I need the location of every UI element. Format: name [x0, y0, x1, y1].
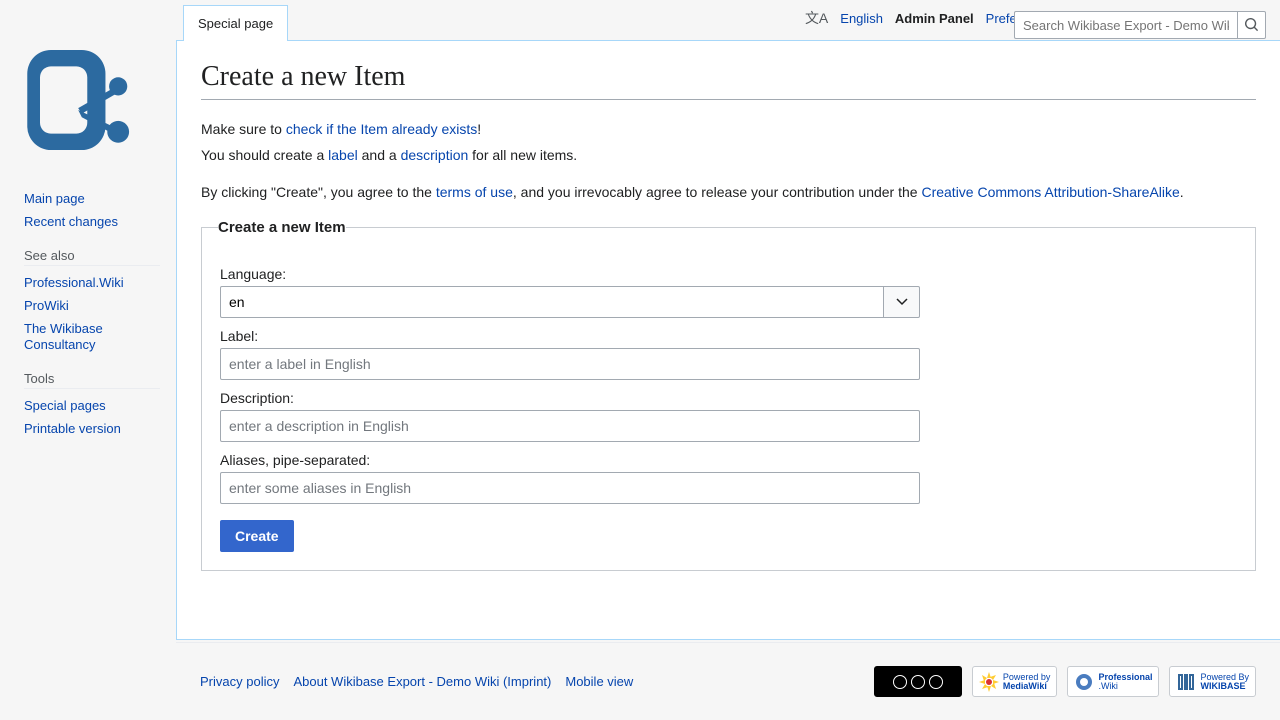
badge-wikibase[interactable]: Powered ByWIKIBASE: [1169, 666, 1256, 697]
tab-special-page[interactable]: Special page: [183, 5, 288, 41]
footer-badges: Powered byMediaWiki Professional.Wiki P: [874, 666, 1256, 697]
language-input[interactable]: [220, 286, 884, 318]
footer-links: Privacy policy About Wikibase Export - D…: [200, 674, 633, 689]
by-circle-icon: [911, 675, 925, 689]
sidebar: Main page Recent changes See also Profes…: [0, 0, 176, 640]
cc-circle-icon: [893, 675, 907, 689]
nav-group-see-also: See also Professional.Wiki ProWiki The W…: [0, 248, 176, 358]
intro-text: Make sure to check if the Item already e…: [201, 118, 1256, 203]
sidebar-main-page[interactable]: Main page: [24, 191, 85, 206]
intro-suffix: !: [477, 121, 481, 137]
description-input[interactable]: [220, 410, 920, 442]
logo-icon: [25, 50, 135, 150]
search-button[interactable]: [1238, 11, 1266, 39]
row-language: Language:: [220, 266, 920, 318]
description-help-link[interactable]: description: [401, 147, 469, 163]
badge-cc[interactable]: [874, 666, 962, 697]
row-aliases: Aliases, pipe-separated:: [220, 452, 920, 504]
badge-wb-text: Powered ByWIKIBASE: [1200, 673, 1249, 691]
label-input[interactable]: [220, 348, 920, 380]
sidebar-special-pages[interactable]: Special pages: [24, 398, 106, 413]
sunflower-icon: [979, 672, 999, 692]
badge-professional-wiki[interactable]: Professional.Wiki: [1067, 666, 1159, 697]
sidebar-professional-wiki[interactable]: Professional.Wiki: [24, 275, 124, 290]
pro-wiki-icon: [1074, 672, 1094, 692]
footer-mobile[interactable]: Mobile view: [565, 674, 633, 689]
search-icon: [1245, 18, 1259, 32]
content: Create a new Item Make sure to check if …: [177, 41, 1280, 591]
chevron-down-icon: [896, 296, 908, 308]
footer-about[interactable]: About Wikibase Export - Demo Wiki (Impri…: [293, 674, 551, 689]
badge-pw-text: Professional.Wiki: [1098, 673, 1152, 691]
sa-circle-icon: [929, 675, 943, 689]
should-suffix: for all new items.: [468, 147, 577, 163]
terms-mid: , and you irrevocably agree to release y…: [513, 184, 922, 200]
row-description: Description:: [220, 390, 920, 442]
aliases-input[interactable]: [220, 472, 920, 504]
sidebar-prowiki[interactable]: ProWiki: [24, 298, 69, 313]
sidebar-wikibase-consultancy[interactable]: The Wikibase Consultancy: [24, 321, 103, 353]
should-and: and a: [358, 147, 401, 163]
description-label: Description:: [220, 390, 920, 406]
aliases-label: Aliases, pipe-separated:: [220, 452, 920, 468]
intro-prefix: Make sure to: [201, 121, 286, 137]
check-exists-link[interactable]: check if the Item already exists: [286, 121, 477, 137]
wikibase-icon: [1176, 672, 1196, 692]
terms-end: .: [1180, 184, 1184, 200]
sidebar-printable[interactable]: Printable version: [24, 421, 121, 436]
logo-area[interactable]: [0, 20, 160, 180]
terms-prefix: By clicking "Create", you agree to the: [201, 184, 436, 200]
tab-bar: Special page: [177, 1, 1280, 41]
sidebar-recent-changes[interactable]: Recent changes: [24, 214, 118, 229]
search-input[interactable]: [1014, 11, 1238, 39]
fieldset-legend: Create a new Item: [218, 219, 346, 236]
row-label: Label:: [220, 328, 920, 380]
language-dropdown-button[interactable]: [884, 286, 920, 318]
search-area: [1014, 11, 1266, 39]
should-prefix: You should create a: [201, 147, 328, 163]
footer-privacy[interactable]: Privacy policy: [200, 674, 279, 689]
create-item-fieldset: Create a new Item Language: Label: De: [201, 219, 1256, 571]
footer: Privacy policy About Wikibase Export - D…: [176, 642, 1280, 720]
cc-link[interactable]: Creative Commons Attribution-ShareAlike: [921, 184, 1179, 200]
terms-of-use-link[interactable]: terms of use: [436, 184, 513, 200]
badge-mediawiki[interactable]: Powered byMediaWiki: [972, 666, 1058, 697]
language-label: Language:: [220, 266, 920, 282]
badge-mw-text: Powered byMediaWiki: [1003, 673, 1051, 691]
tools-heading: Tools: [24, 371, 160, 389]
content-wrap: Special page Create a new Item Make sure…: [176, 40, 1280, 640]
label-label: Label:: [220, 328, 920, 344]
see-also-heading: See also: [24, 248, 160, 266]
create-button[interactable]: Create: [220, 520, 294, 552]
label-help-link[interactable]: label: [328, 147, 358, 163]
nav-group-tools: Tools Special pages Printable version: [0, 371, 176, 441]
nav-group-main: Main page Recent changes: [0, 188, 176, 234]
page-title: Create a new Item: [201, 61, 1256, 100]
